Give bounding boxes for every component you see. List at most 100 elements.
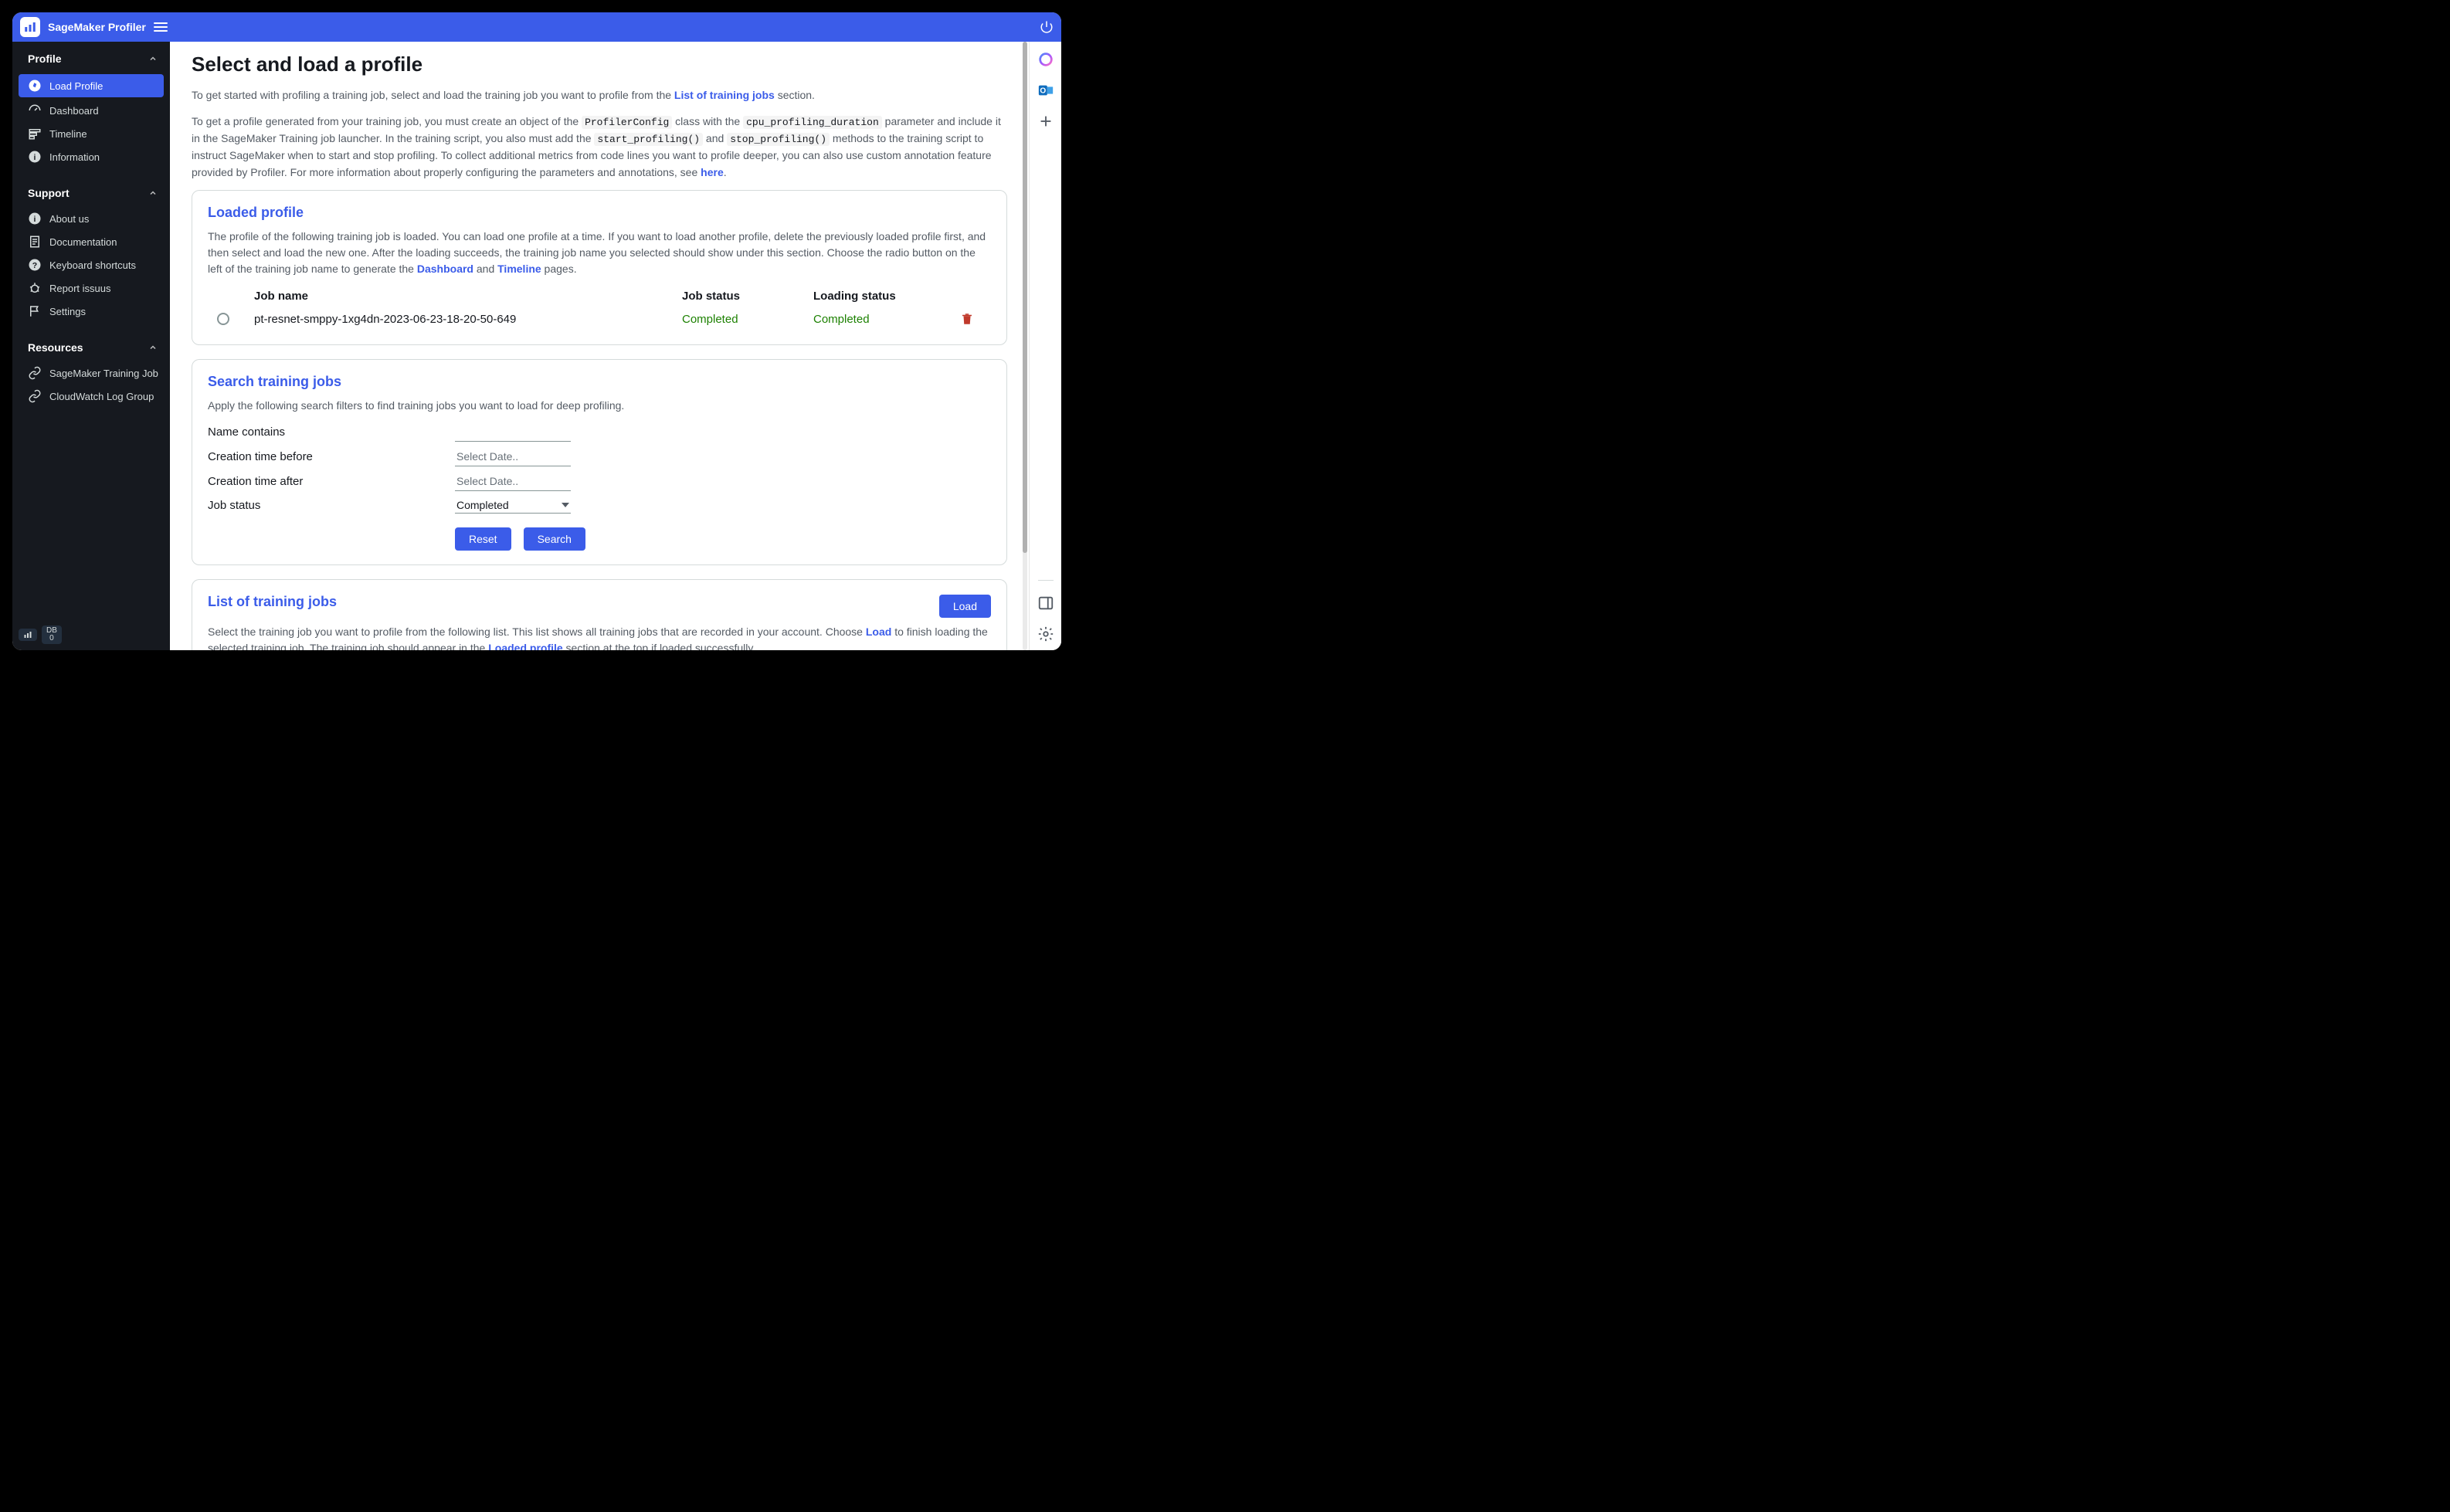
job-status-label: Job status	[208, 496, 455, 515]
link-icon	[28, 389, 42, 403]
loaded-table-header: Job name Job status Loading status	[208, 285, 991, 307]
trash-icon[interactable]	[960, 312, 974, 326]
app-title: SageMaker Profiler	[48, 21, 146, 33]
code-stop-profiling: stop_profiling()	[727, 133, 830, 146]
dashboard-link[interactable]: Dashboard	[417, 263, 473, 275]
search-description: Apply the following search filters to fi…	[208, 398, 991, 414]
dropdown-arrow-icon	[562, 503, 569, 507]
panel-icon[interactable]	[1037, 595, 1054, 612]
load-button[interactable]: Load	[939, 595, 991, 618]
sidebar-footer-db-badge[interactable]: DB0	[42, 625, 62, 644]
sidebar: Profile Load Profile Dashboard Timeline …	[12, 42, 170, 650]
add-icon[interactable]	[1037, 113, 1054, 130]
code-start-profiling: start_profiling()	[594, 133, 703, 146]
sidebar-item-training-job[interactable]: SageMaker Training Job	[12, 361, 170, 385]
sidebar-item-label: About us	[49, 213, 89, 225]
code-cpu-profiling-duration: cpu_profiling_duration	[743, 116, 882, 129]
chevron-up-icon	[148, 188, 158, 198]
col-loading-status: Loading status	[813, 290, 960, 303]
loaded-table-row: pt-resnet-smppy-1xg4dn-2023-06-23-18-20-…	[208, 307, 991, 331]
info-icon: i	[28, 212, 42, 225]
timeline-link[interactable]: Timeline	[497, 263, 541, 275]
intro-paragraph-1: To get started with profiling a training…	[192, 87, 1007, 104]
gear-icon[interactable]	[1037, 625, 1054, 642]
sidebar-item-documentation[interactable]: Documentation	[12, 230, 170, 253]
bug-icon	[28, 281, 42, 295]
sidebar-group-resources[interactable]: Resources	[12, 334, 170, 361]
chevron-up-icon	[148, 54, 158, 63]
page-title: Select and load a profile	[192, 53, 1007, 76]
svg-text:O: O	[1040, 87, 1046, 96]
chevron-up-icon	[148, 343, 158, 352]
creation-after-input[interactable]	[455, 471, 571, 491]
main-scrollbar-track	[1023, 42, 1027, 650]
sidebar-item-information[interactable]: i Information	[12, 145, 170, 168]
outlook-icon[interactable]: O	[1037, 82, 1054, 99]
job-status-select[interactable]: Completed	[455, 497, 571, 514]
sidebar-item-label: SageMaker Training Job	[49, 368, 158, 379]
sidebar-item-label: Report issuus	[49, 283, 110, 294]
sidebar-item-label: Keyboard shortcuts	[49, 259, 136, 271]
sidebar-item-label: CloudWatch Log Group	[49, 391, 154, 402]
svg-text:?: ?	[32, 261, 37, 270]
sidebar-item-label: Documentation	[49, 236, 117, 248]
col-job-status: Job status	[682, 290, 813, 303]
main-content: Select and load a profile To get started…	[170, 42, 1029, 650]
jobs-list-description: Select the training job you want to prof…	[208, 624, 991, 650]
sidebar-item-log-group[interactable]: CloudWatch Log Group	[12, 385, 170, 408]
col-job-name: Job name	[254, 290, 682, 303]
creation-before-label: Creation time before	[208, 447, 455, 466]
loaded-profile-title: Loaded profile	[208, 205, 991, 221]
intro-paragraph-2: To get a profile generated from your tra…	[192, 114, 1007, 181]
hamburger-menu-icon[interactable]	[154, 20, 168, 34]
power-icon[interactable]	[1040, 20, 1054, 34]
sidebar-group-support[interactable]: Support	[12, 179, 170, 207]
list-of-training-jobs-card: List of training jobs Load Select the tr…	[192, 579, 1007, 650]
reset-button[interactable]: Reset	[455, 527, 511, 551]
divider	[1038, 580, 1054, 581]
right-toolbar: O	[1029, 42, 1061, 650]
search-training-jobs-card: Search training jobs Apply the following…	[192, 359, 1007, 565]
svg-text:i: i	[34, 215, 36, 224]
sidebar-item-timeline[interactable]: Timeline	[12, 122, 170, 145]
app-logo	[20, 17, 40, 37]
sidebar-item-settings[interactable]: Settings	[12, 300, 170, 323]
creation-before-input[interactable]	[455, 446, 571, 466]
flag-icon	[28, 304, 42, 318]
list-of-training-jobs-link[interactable]: List of training jobs	[674, 89, 775, 101]
loaded-profile-description: The profile of the following training jo…	[208, 229, 991, 277]
loaded-job-name: pt-resnet-smppy-1xg4dn-2023-06-23-18-20-…	[254, 313, 682, 326]
sidebar-item-report-issues[interactable]: Report issuus	[12, 276, 170, 300]
timeline-icon	[28, 127, 42, 141]
sidebar-item-load-profile[interactable]: Load Profile	[19, 74, 164, 97]
job-status-value: Completed	[456, 499, 509, 511]
here-link[interactable]: here	[701, 166, 724, 178]
topbar: SageMaker Profiler	[12, 12, 1061, 42]
loaded-profile-card: Loaded profile The profile of the follow…	[192, 190, 1007, 345]
code-profiler-config: ProfilerConfig	[582, 116, 672, 129]
sidebar-item-label: Dashboard	[49, 105, 99, 117]
sidebar-item-label: Settings	[49, 306, 86, 317]
load-link[interactable]: Load	[866, 625, 891, 638]
svg-text:i: i	[34, 153, 36, 162]
search-button[interactable]: Search	[524, 527, 585, 551]
group-label: Support	[28, 187, 70, 199]
sidebar-item-about[interactable]: i About us	[12, 207, 170, 230]
document-icon	[28, 235, 42, 249]
compass-icon	[28, 79, 42, 93]
name-contains-input[interactable]	[455, 422, 571, 442]
sidebar-item-keyboard-shortcuts[interactable]: ? Keyboard shortcuts	[12, 253, 170, 276]
main-scrollbar-thumb[interactable]	[1023, 42, 1027, 553]
loaded-profile-link[interactable]: Loaded profile	[488, 642, 562, 650]
sidebar-item-label: Information	[49, 151, 100, 163]
sidebar-group-profile[interactable]: Profile	[12, 45, 170, 73]
copilot-icon[interactable]	[1037, 51, 1054, 68]
radio-button[interactable]	[217, 313, 229, 325]
help-icon: ?	[28, 258, 42, 272]
search-title: Search training jobs	[208, 374, 991, 390]
sidebar-item-dashboard[interactable]: Dashboard	[12, 99, 170, 122]
info-icon: i	[28, 150, 42, 164]
creation-after-label: Creation time after	[208, 472, 455, 491]
loaded-job-status: Completed	[682, 313, 813, 326]
sidebar-footer-chart-icon[interactable]	[19, 629, 37, 641]
